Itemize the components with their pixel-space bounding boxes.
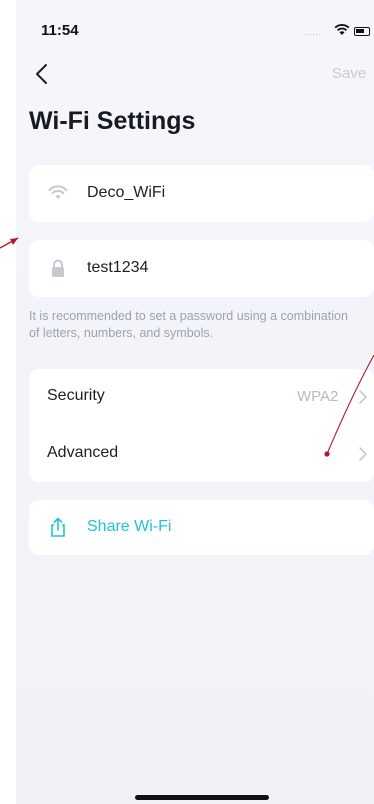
lock-icon (52, 259, 64, 277)
ssid-value: Deco_WiFi (87, 184, 166, 201)
chevron-right-icon (359, 447, 368, 461)
ssid-field[interactable]: Deco_WiFi (29, 165, 374, 222)
wifi-icon (48, 185, 68, 199)
share-icon (51, 517, 65, 537)
advanced-label: Advanced (47, 444, 119, 461)
settings-group: Security WPA2 Advanced (29, 369, 374, 482)
advanced-row[interactable]: Advanced (29, 426, 374, 482)
status-bar: 11:54 ..... (16, 0, 374, 44)
password-value: test1234 (87, 259, 149, 276)
share-wifi-label: Share Wi-Fi (87, 518, 172, 535)
security-label: Security (47, 387, 105, 404)
security-row[interactable]: Security WPA2 (29, 369, 374, 425)
save-button[interactable]: Save (332, 65, 366, 82)
back-chevron-icon[interactable] (32, 62, 52, 86)
chevron-right-icon (359, 390, 368, 404)
security-value: WPA2 (297, 388, 339, 405)
share-wifi-button[interactable]: Share Wi-Fi (29, 500, 374, 555)
phone-screen: 11:54 ..... Save Wi-Fi Settings Deco_WiF… (16, 0, 374, 804)
password-hint: It is recommended to set a password usin… (29, 309, 348, 340)
password-field[interactable]: test1234 (29, 240, 374, 297)
cellular-signal-icon: ..... (306, 28, 323, 37)
page-title: Wi-Fi Settings (29, 107, 196, 135)
status-time: 11:54 (41, 22, 79, 39)
wifi-status-icon (334, 24, 350, 35)
home-indicator (135, 795, 269, 800)
battery-icon (354, 27, 370, 36)
